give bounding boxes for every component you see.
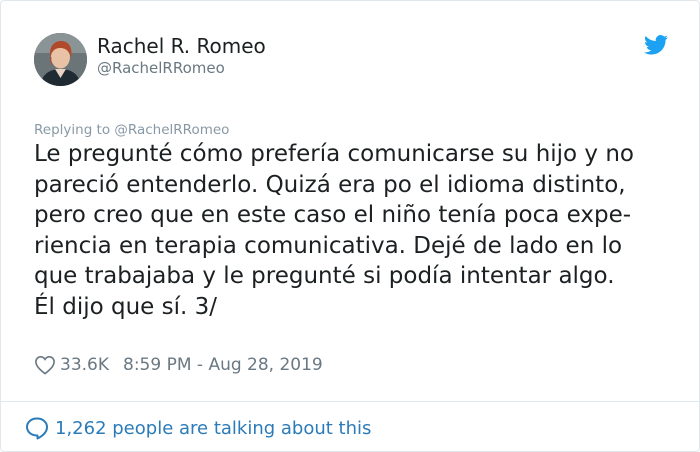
timestamp[interactable]: 8:59 PM - Aug 28, 2019 — [123, 355, 323, 375]
divider — [1, 401, 699, 402]
twitter-bird-icon[interactable] — [644, 35, 668, 55]
tweet-text-line: que trabajaba y le pregunté si podía int… — [34, 263, 615, 289]
conversation-link[interactable]: 1,262 people are talking about this — [25, 414, 371, 442]
user-handle[interactable]: @RachelRRomeo — [97, 59, 225, 77]
tweet-text-line: Él dijo que sí. 3/ — [34, 293, 218, 320]
display-name[interactable]: Rachel R. Romeo — [97, 34, 266, 58]
tweet-card: Rachel R. Romeo @RachelRRomeo Replying t… — [0, 0, 700, 452]
tweet-text-line: pareció entenderlo. Quizá era po el idio… — [34, 171, 626, 198]
tweet-text-line: Le pregunté cómo prefería comunicarse su… — [34, 141, 634, 167]
avatar[interactable] — [34, 33, 87, 86]
speech-bubble-icon — [26, 417, 48, 440]
tweet-text-line: pero creo que en este caso el niño tenía… — [34, 202, 632, 228]
replying-to-label[interactable]: Replying to @RachelRRomeo — [34, 122, 229, 138]
conversation-label[interactable]: 1,262 people are talking about this — [55, 418, 371, 439]
tweet-text: Le pregunté cómo prefería comunicarse su… — [34, 139, 674, 322]
tweet-text-line: riencia en terapia comunicativa. Dejé de… — [34, 232, 623, 259]
heart-icon[interactable] — [34, 355, 56, 375]
tweet-meta: 33.6K 8:59 PM - Aug 28, 2019 — [34, 353, 323, 377]
like-count[interactable]: 33.6K — [60, 355, 109, 375]
